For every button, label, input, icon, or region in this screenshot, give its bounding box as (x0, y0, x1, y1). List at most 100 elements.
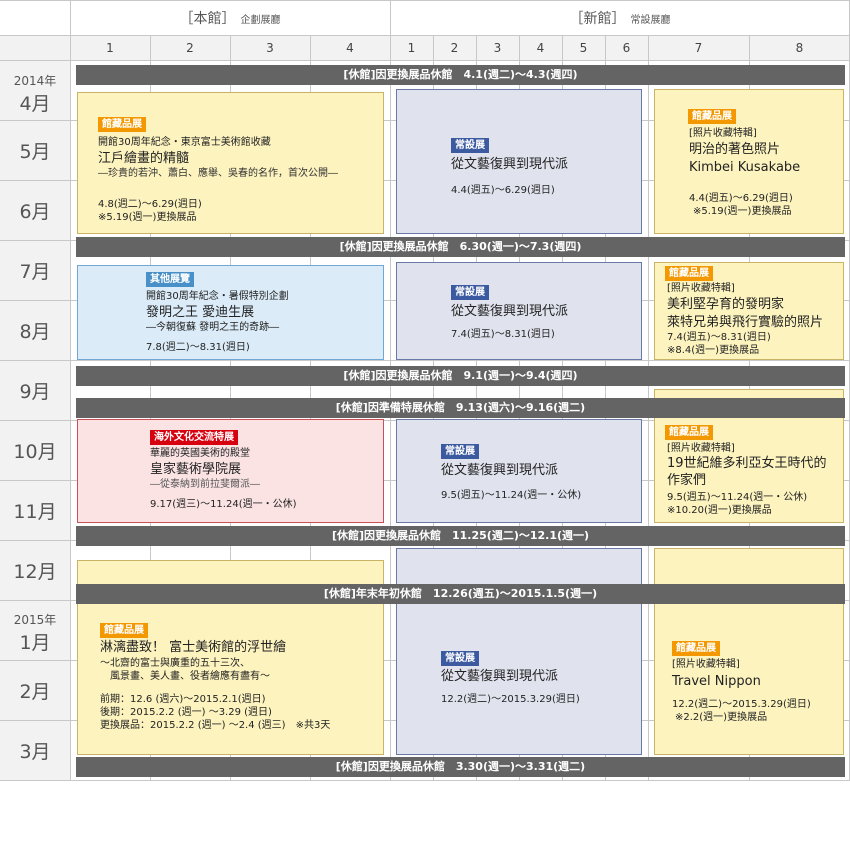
exhibit-date: 4.4(週五)～6.29(週日) (689, 193, 793, 204)
col-num: 1 (407, 41, 416, 55)
category-tag: 常設展 (441, 444, 479, 459)
closure-bar: [休館]因準備特展休館 9.13(週六)～9.16(週二) (76, 398, 845, 418)
exhibit-title: Travel Nippon (672, 674, 761, 689)
month-label: 7月 (0, 263, 70, 282)
exhibit-date: 前期：12.6 (週六)～2015.2.1(週日) (100, 694, 266, 705)
closure-bar: [休館]因更換展品休館 9.1(週一)～9.4(週四) (76, 366, 845, 386)
closure-bar: [休館]因更換展品休館 4.1(週二)～4.3(週四) (76, 65, 845, 85)
month-label-text: 1月 (19, 632, 51, 654)
month-label-text: 11月 (13, 501, 57, 523)
exhibit-date: 後期：2015.2.2 (週一) ～3.29 (週日) (100, 707, 272, 718)
new-hall-title: ［新館］ (569, 11, 626, 27)
grid-line (0, 780, 850, 781)
month-label: 3月 (0, 743, 70, 762)
month-label-text: 8月 (19, 321, 51, 343)
col-num: 4 (346, 41, 354, 55)
month-label-text: 2月 (19, 681, 51, 703)
new-hall-header: ［新館］ 常設展廳 (390, 0, 850, 36)
month-label: 11月 (0, 503, 70, 522)
month-label: 1月 (0, 634, 70, 653)
col-num: 5 (579, 41, 588, 55)
exhibit-note: ※10.20(週一)更換展品 (667, 505, 772, 516)
main-hall-title: ［本館］ (179, 11, 236, 27)
category-tag: 館藏品展 (665, 425, 713, 440)
col-num: 3 (266, 41, 274, 55)
col-num: 1 (106, 41, 114, 55)
exhibit-subtitle: ～北齋的富士與廣重的五十三次、 (100, 658, 250, 669)
exhibit-title: 作家們 (667, 473, 707, 488)
exhibit-date: 7.4(週五)～8.31(週日) (667, 332, 771, 343)
category-tag: 館藏品展 (100, 623, 148, 638)
category-tag: 館藏品展 (98, 117, 146, 132)
new-hall-subtitle: 常設展廳 (630, 15, 671, 26)
col-num: 2 (450, 41, 459, 55)
exhibit-title: Kimbei Kusakabe (689, 160, 801, 175)
month-label-text: 9月 (19, 381, 51, 403)
month-label: 6月 (0, 203, 70, 222)
col-num: 4 (536, 41, 545, 55)
col-num: 6 (622, 41, 631, 55)
month-label-text: 5月 (19, 141, 51, 163)
exhibit-kind: [照片收藏特輯] (667, 283, 735, 294)
exhibit-kind: [照片收藏特輯] (667, 443, 735, 454)
exhibit-title: 發明之王 愛迪生展 (146, 305, 255, 320)
category-tag: 館藏品展 (672, 641, 720, 656)
grid-line (390, 0, 391, 781)
exhibit-date: 更換展品：2015.2.2 (週一) ～2.4 (週三) ※共3天 (100, 720, 331, 731)
grid-line (0, 360, 850, 361)
col-num: 7 (694, 41, 703, 55)
category-tag: 常設展 (451, 285, 489, 300)
exhibit-subheading: 開館30周年紀念・東京富士美術館收藏 (98, 137, 271, 148)
exhibit-date: 7.4(週五)～8.31(週日) (451, 329, 555, 340)
col-num: 2 (186, 41, 194, 55)
month-label: 10月 (0, 443, 70, 462)
category-tag: 館藏品展 (688, 109, 736, 124)
exhibit-title: 從文藝復興到現代派 (441, 669, 559, 684)
exhibit-date: 7.8(週二)～8.31(週日) (146, 342, 250, 353)
category-tag: 海外文化交流特展 (150, 430, 238, 445)
exhibit-subtitle: ―今朝復蘇 發明之王的奇跡― (146, 322, 280, 333)
exhibit-title: 從文藝復興到現代派 (441, 463, 559, 478)
col-num: 8 (795, 41, 804, 55)
exhibit-date: 4.4(週五)～6.29(週日) (451, 185, 555, 196)
category-tag: 其他展覽 (146, 272, 194, 287)
closure-bar: [休館]年末年初休館 12.26(週五)～2015.1.5(週一) (76, 584, 845, 604)
grid-line (0, 0, 850, 1)
closure-bar: [休館]因更換展品休館 11.25(週二)～12.1(週一) (76, 526, 845, 546)
month-label-text: 3月 (19, 741, 51, 763)
exhibit-title: 明治的著色照片 (689, 142, 781, 157)
exhibit-date: 9.5(週五)～11.24(週一・公休) (667, 492, 808, 503)
month-label-text: 12月 (13, 561, 57, 583)
category-tag: 常設展 (441, 651, 479, 666)
exhibit-note: ※8.4(週一)更換展品 (667, 345, 760, 356)
exhibit-date: 12.2(週二)～2015.3.29(週日) (672, 699, 811, 710)
month-label-text: 6月 (19, 201, 51, 223)
exhibit-subheading: 開館30周年紀念・暑假特別企劃 (146, 291, 289, 302)
exhibit-title: 美利堅孕育的發明家 (667, 297, 785, 312)
month-label: 5月 (0, 143, 70, 162)
month-label: 8月 (0, 323, 70, 342)
month-label-text: 10月 (13, 441, 57, 463)
exhibit-subtitle: 風景畫、美人畫、役者繪應有盡有～ (110, 671, 270, 682)
category-tag: 常設展 (451, 138, 489, 153)
category-tag: 館藏品展 (665, 266, 713, 281)
month-label: 4月 (0, 95, 70, 114)
exhibit-title: 19世紀維多利亞女王時代的 (667, 456, 827, 471)
grid-line (0, 60, 850, 61)
main-hall-header: ［本館］ 企劃展廳 (70, 0, 390, 36)
year-label: 2014年 (13, 74, 57, 88)
col-num: 3 (493, 41, 502, 55)
exhibit-date: 9.17(週三)～11.24(週一・公休) (150, 499, 297, 510)
exhibit-title: 萊特兄弟與飛行實驗的照片 (667, 315, 824, 330)
month-label-text: 4月 (19, 93, 51, 115)
exhibit-date: 12.2(週二)～2015.3.29(週日) (441, 694, 580, 705)
main-hall-subtitle: 企劃展廳 (240, 15, 281, 26)
permanent-exhibit-card[interactable] (396, 548, 642, 755)
month-label: 9月 (0, 383, 70, 402)
exhibit-kind: [照片收藏特輯] (672, 659, 740, 670)
exhibit-subheading: 華麗的英國美術的殿堂 (150, 448, 250, 459)
exhibit-note: ※5.19(週一)更換展品 (693, 206, 792, 217)
exhibit-date: 4.8(週二)～6.29(週日) (98, 199, 202, 210)
exhibit-kind: [照片收藏特輯] (689, 128, 757, 139)
exhibit-title: 皇家藝術學院展 (150, 462, 242, 477)
